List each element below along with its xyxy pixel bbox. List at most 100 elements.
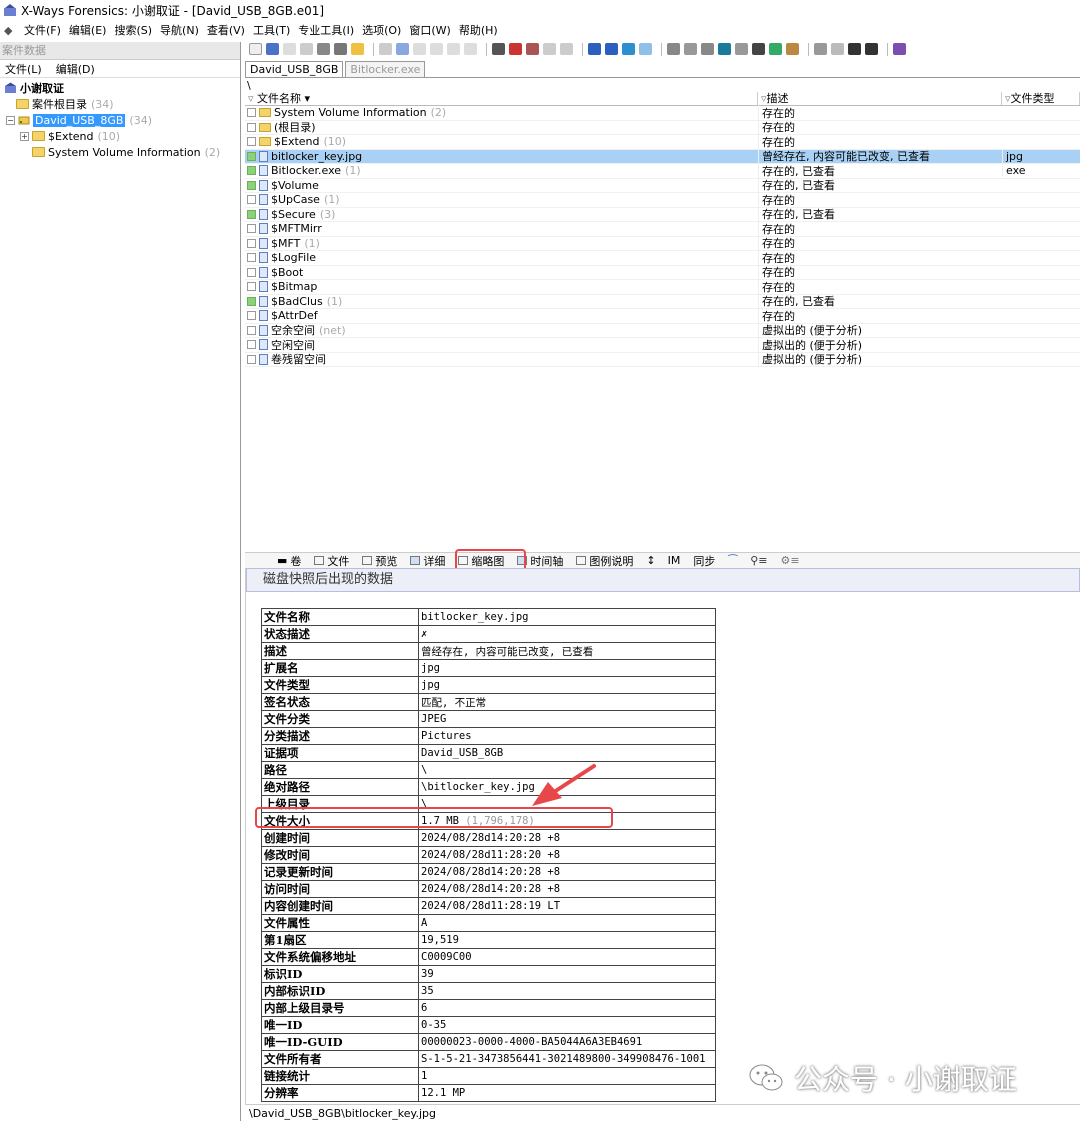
file-name: 卷残留空间 — [271, 353, 326, 367]
copy-icon[interactable] — [396, 43, 409, 55]
properties-icon[interactable] — [317, 43, 330, 55]
system-menu-icon[interactable]: ◆ — [4, 24, 20, 37]
expand-icon[interactable]: + — [20, 131, 29, 141]
tree-item-case-root[interactable]: 案件根目录 (34) — [0, 96, 240, 112]
row-checkbox[interactable] — [247, 108, 256, 118]
menu-navigate[interactable]: 导航(N) — [160, 22, 199, 38]
file-name: $MFT — [271, 236, 301, 250]
row-checkbox[interactable] — [247, 253, 256, 263]
row-checkbox[interactable] — [247, 151, 256, 161]
tab-preview[interactable]: 预览 — [362, 553, 397, 569]
row-checkbox[interactable] — [247, 282, 256, 292]
tree-icon[interactable] — [814, 43, 827, 55]
row-checkbox[interactable] — [247, 296, 256, 306]
chart-icon[interactable] — [769, 43, 782, 55]
save-icon[interactable] — [283, 43, 296, 55]
tab-details[interactable]: 详细 — [410, 553, 445, 569]
file-icon — [259, 150, 268, 162]
next-icon[interactable] — [865, 43, 878, 55]
highlight-icon[interactable] — [351, 43, 364, 55]
row-checkbox[interactable] — [247, 195, 256, 205]
find-hex-icon[interactable] — [526, 43, 539, 55]
row-checkbox[interactable] — [247, 238, 256, 248]
disk-icon[interactable] — [667, 43, 680, 55]
menu-options[interactable]: 选项(O) — [362, 22, 401, 38]
zoom-icon[interactable] — [735, 43, 748, 55]
replace-hex-icon[interactable] — [560, 43, 573, 55]
row-checkbox[interactable] — [247, 137, 256, 147]
tree-item-evidence[interactable]: − David_USB_8GB (34) — [0, 112, 240, 128]
property-key: 绝对路径 — [261, 778, 419, 796]
case-menu-edit[interactable]: 编辑(D) — [56, 61, 95, 77]
analysis-icon[interactable] — [752, 43, 765, 55]
collapse-icon[interactable]: − — [6, 115, 15, 125]
row-checkbox[interactable] — [247, 354, 256, 364]
paste-special-icon[interactable] — [430, 43, 443, 55]
prev-icon[interactable] — [848, 43, 861, 55]
row-checkbox[interactable] — [247, 340, 256, 350]
image-icon[interactable] — [684, 43, 697, 55]
file-icon — [259, 237, 268, 249]
new-icon[interactable] — [249, 43, 262, 55]
sync-arrow-icon[interactable]: ⁀ — [728, 554, 737, 567]
tab-bitlocker-exe[interactable]: Bitlocker.exe — [345, 61, 426, 77]
menu-view[interactable]: 查看(V) — [207, 22, 245, 38]
property-value: ✗ — [418, 625, 716, 643]
property-value: 曾经存在, 内容可能已改变, 已查看 — [418, 642, 716, 660]
row-checkbox[interactable] — [247, 311, 256, 321]
column-name[interactable]: ▿ 文件名称 ▾ — [245, 92, 758, 105]
menu-edit[interactable]: 编辑(E) — [69, 22, 107, 38]
tab-legend[interactable]: 图例说明 — [576, 553, 633, 569]
list-icon[interactable] — [831, 43, 844, 55]
forward-icon[interactable] — [639, 43, 652, 55]
ram-icon[interactable] — [701, 43, 714, 55]
tree-item-svi[interactable]: System Volume Information (2) — [0, 144, 240, 160]
row-checkbox[interactable] — [247, 122, 256, 132]
paste-icon[interactable] — [413, 43, 426, 55]
property-row: 内部上级目录号 6 — [261, 999, 716, 1017]
row-checkbox[interactable] — [247, 166, 256, 176]
goto-icon[interactable] — [588, 43, 601, 55]
filter-icon[interactable]: ▿ — [248, 92, 254, 105]
menu-search[interactable]: 搜索(S) — [114, 22, 152, 38]
row-checkbox[interactable] — [247, 224, 256, 234]
clipboard-icon[interactable] — [447, 43, 460, 55]
row-checkbox[interactable] — [247, 325, 256, 335]
menu-specialist[interactable]: 专业工具(I) — [298, 22, 354, 38]
find-next-icon[interactable] — [509, 43, 522, 55]
row-checkbox[interactable] — [247, 267, 256, 277]
tab-david-usb[interactable]: David_USB_8GB — [245, 61, 344, 77]
menu-help[interactable]: 帮助(H) — [459, 22, 498, 38]
tree-item-extend[interactable]: + $Extend (10) — [0, 128, 240, 144]
calc-icon[interactable] — [718, 43, 731, 55]
tree-item-case[interactable]: 小谢取证 — [0, 80, 240, 96]
replace-icon[interactable] — [543, 43, 556, 55]
column-desc[interactable]: ▿描述 — [758, 92, 1002, 105]
tab-volume[interactable]: ▬ 卷 — [277, 553, 301, 569]
row-checkbox[interactable] — [247, 180, 256, 190]
back-icon[interactable] — [622, 43, 635, 55]
row-checkbox[interactable] — [247, 209, 256, 219]
goto-offset-icon[interactable] — [605, 43, 618, 55]
search-tools-icon[interactable]: ⚲≡ — [750, 554, 767, 567]
settings-icon[interactable]: ⚙≡ — [781, 554, 800, 567]
table-row[interactable]: 卷残留空间 虚拟出的 (便于分析) — [245, 351, 1080, 368]
book-icon[interactable] — [893, 43, 906, 55]
menu-file[interactable]: 文件(F) — [24, 22, 61, 38]
menu-tools[interactable]: 工具(T) — [253, 22, 290, 38]
property-row: 状态描述 ✗ — [261, 625, 716, 643]
tab-file[interactable]: 文件 — [314, 553, 349, 569]
hash-icon[interactable] — [786, 43, 799, 55]
find-icon[interactable] — [492, 43, 505, 55]
export-icon[interactable] — [334, 43, 347, 55]
undo-icon[interactable] — [379, 43, 392, 55]
fill-icon[interactable] — [464, 43, 477, 55]
tab-im[interactable]: ↕ IM — [646, 554, 680, 567]
print-icon[interactable] — [300, 43, 313, 55]
open-icon[interactable] — [266, 43, 279, 55]
column-type[interactable]: ▿文件类型 — [1002, 92, 1080, 105]
property-key: 签名状态 — [261, 693, 419, 711]
tab-sync[interactable]: 同步 — [693, 553, 715, 569]
menu-window[interactable]: 窗口(W) — [409, 22, 450, 38]
case-menu-file[interactable]: 文件(L) — [5, 61, 42, 77]
